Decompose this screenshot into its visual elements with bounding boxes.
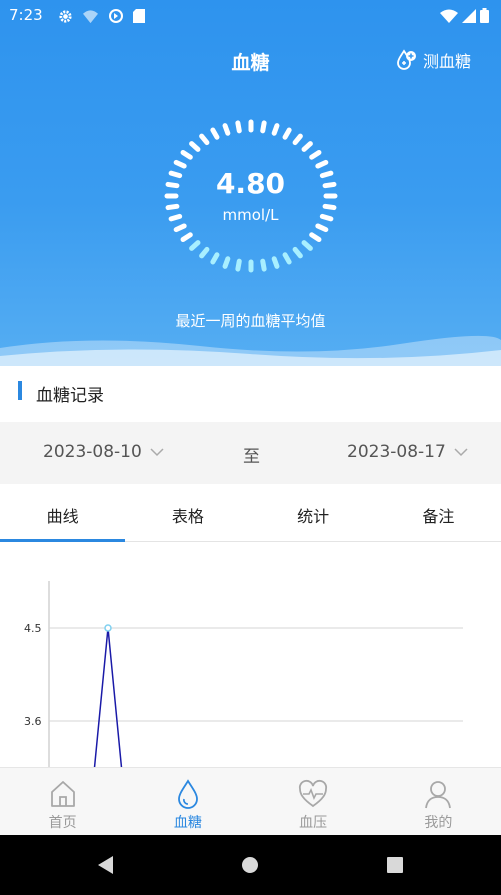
chart-y-tick-label: 3.6 (24, 715, 42, 728)
nav-home-label: 首页 (48, 815, 77, 831)
ring-tick (199, 133, 210, 146)
record-view-tabs: 曲线 表格 统计 备注 (0, 484, 501, 542)
ring-tick (210, 127, 220, 140)
average-glucose-value: 4.80 (215, 167, 286, 200)
tab-table[interactable]: 表格 (125, 484, 250, 541)
measure-glucose-label: 测血糖 (422, 52, 471, 71)
nav-profile[interactable]: 我的 (376, 768, 501, 835)
ring-tick (301, 240, 313, 251)
ring-tick (189, 240, 201, 251)
nav-blood-pressure-label: 血压 (299, 815, 328, 831)
tab-notes-label: 备注 (422, 507, 455, 526)
date-range-row: 2023-08-10 至 2023-08-17 (0, 422, 501, 484)
ring-tick (260, 120, 267, 134)
ring-tick (271, 123, 280, 136)
back-icon[interactable] (95, 854, 115, 876)
ring-tick (271, 256, 280, 269)
ring-tick (282, 127, 292, 140)
status-time: 7:23 (9, 6, 43, 24)
records-section-header: 血糖记录 (0, 366, 501, 418)
average-glucose-unit: mmol/L (222, 206, 279, 224)
ring-tick (282, 252, 292, 265)
glucose-series-line (93, 627, 123, 767)
date-separator: 至 (243, 447, 260, 467)
ring-tick (309, 232, 322, 242)
wifi-icon (440, 9, 458, 23)
tab-curve[interactable]: 曲线 (0, 484, 126, 542)
records-section-title: 血糖记录 (36, 386, 104, 406)
blood-drop-icon (177, 779, 198, 809)
ring-tick (235, 120, 242, 134)
home-icon (50, 781, 75, 807)
nav-home[interactable]: 首页 (0, 768, 125, 835)
ring-tick (222, 256, 231, 269)
end-date-picker[interactable]: 2023-08-17 (347, 442, 468, 462)
recents-square-icon[interactable] (385, 855, 405, 875)
ring-tick (180, 232, 193, 242)
ring-tick (315, 159, 329, 169)
ring-tick (222, 123, 231, 136)
battery-icon (480, 8, 489, 23)
data-saver-icon (109, 9, 123, 23)
start-date-value: 2023-08-10 (43, 442, 142, 462)
chart-canvas: 4.5 3.6 (24, 581, 463, 767)
ring-tick (173, 159, 187, 169)
tab-notes[interactable]: 备注 (376, 484, 501, 541)
tab-curve-label: 曲线 (46, 507, 79, 526)
wifi-question-icon (83, 9, 98, 23)
settings-gear-icon (59, 9, 72, 23)
ring-tick (189, 141, 201, 152)
ring-tick (301, 141, 313, 152)
nav-profile-label: 我的 (424, 815, 453, 831)
glucose-header: 7:23 血糖 测血糖 4.80 mmol/L 最近一周的血糖平均值 (0, 0, 501, 366)
tab-statistics[interactable]: 统计 (251, 484, 376, 541)
drop-plus-icon (397, 49, 416, 70)
ring-tick (292, 246, 303, 259)
nav-glucose[interactable]: 血糖 (125, 768, 250, 835)
chevron-down-icon (454, 447, 468, 456)
ring-tick (260, 258, 267, 272)
section-accent-bar (18, 381, 22, 400)
ring-tick (199, 246, 210, 259)
profile-icon (425, 781, 452, 809)
ring-tick (309, 150, 322, 160)
glucose-line-chart: 4.5 3.6 (0, 543, 501, 767)
ring-tick (235, 258, 242, 272)
signal-icon (462, 8, 476, 23)
system-navigation-bar (0, 835, 501, 895)
end-date-value: 2023-08-17 (347, 442, 446, 462)
tab-statistics-label: 统计 (297, 507, 330, 526)
tab-table-label: 表格 (171, 507, 204, 526)
ring-tick (292, 133, 303, 146)
chevron-down-icon (150, 447, 164, 456)
status-bar: 7:23 (0, 0, 501, 32)
ring-tick (210, 252, 220, 265)
nav-blood-pressure[interactable]: 血压 (251, 768, 376, 835)
bottom-navigation: 首页 血糖 血压 我的 (0, 767, 501, 835)
nav-glucose-label: 血糖 (173, 815, 202, 831)
sd-card-icon (133, 9, 145, 23)
start-date-picker[interactable]: 2023-08-10 (43, 442, 164, 462)
measure-glucose-button[interactable]: 测血糖 (394, 48, 471, 72)
ring-tick (315, 223, 329, 233)
glucose-data-point[interactable] (104, 624, 112, 632)
chart-y-tick-label: 4.5 (24, 622, 42, 635)
ring-tick (180, 150, 193, 160)
home-circle-icon[interactable] (240, 855, 260, 875)
heart-pulse-icon (299, 779, 328, 808)
header-wave-decoration (0, 335, 501, 366)
ring-tick (173, 223, 187, 233)
